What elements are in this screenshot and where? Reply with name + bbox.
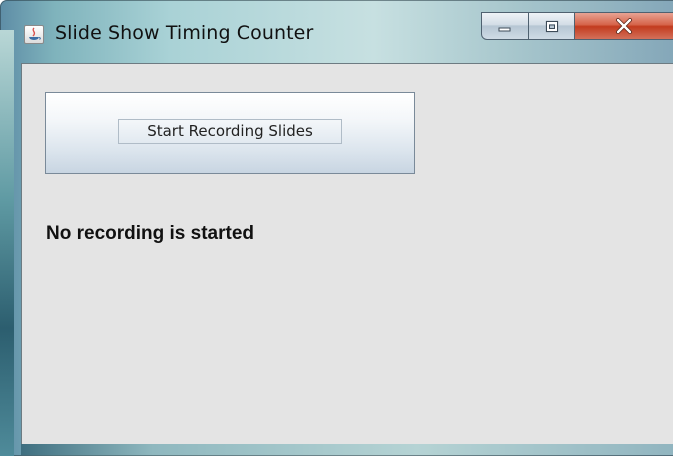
java-app-icon[interactable]	[24, 25, 44, 44]
start-recording-button-label: Start Recording Slides	[118, 119, 342, 144]
recording-status-label: No recording is started	[46, 223, 254, 244]
client-area: Start Recording Slides No recording is s…	[21, 63, 673, 445]
maximize-icon	[529, 13, 574, 39]
start-recording-button[interactable]: Start Recording Slides	[45, 92, 415, 174]
close-button[interactable]	[574, 12, 673, 40]
window-frame-edge	[0, 30, 14, 456]
close-icon	[575, 13, 673, 39]
app-window: Slide Show Timing Counter Start Recordin	[0, 0, 673, 456]
window-title: Slide Show Timing Counter	[55, 22, 314, 44]
minimize-icon	[482, 13, 528, 39]
window-bottom-frame	[21, 444, 673, 455]
minimize-button[interactable]	[481, 12, 529, 40]
maximize-button[interactable]	[528, 12, 575, 40]
